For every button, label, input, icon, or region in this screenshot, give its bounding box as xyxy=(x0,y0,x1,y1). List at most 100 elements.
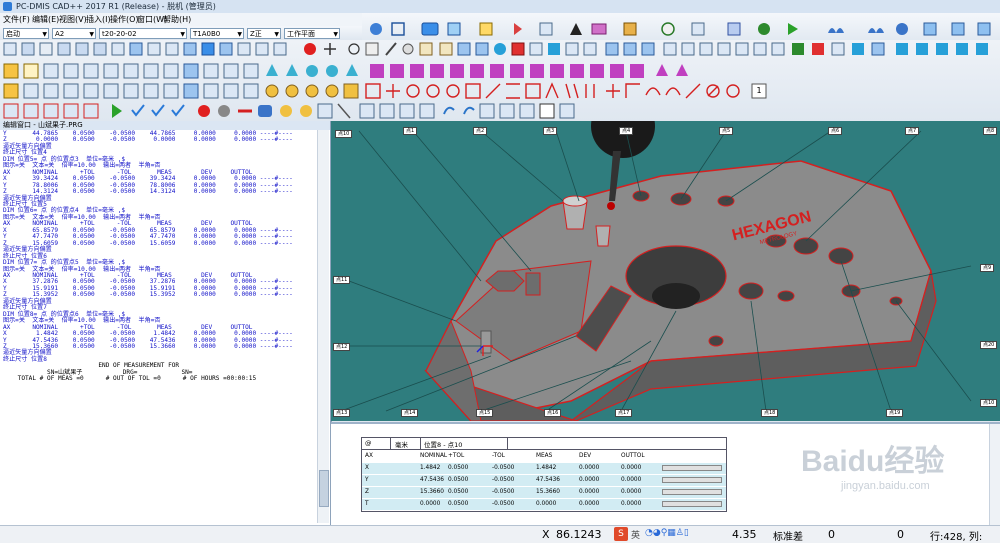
cell: 1.4842 xyxy=(536,465,557,471)
std-dev-value: 0 xyxy=(828,528,835,541)
cell: -0.0500 xyxy=(492,489,515,495)
label-point[interactable]: 点1 xyxy=(403,127,418,135)
z-coordinate: 4.35 xyxy=(732,528,757,541)
label-point[interactable]: 点16 xyxy=(544,409,562,417)
cell: 0.0000 xyxy=(621,501,642,507)
cad-model[interactable]: HEXAGON METROLOGY xyxy=(331,121,1000,421)
cell: 0.0000 xyxy=(579,477,600,483)
label-point[interactable]: 点14 xyxy=(401,409,419,417)
settings-toolbar: 启动 ▼ A2 ▼ t20-20-02 ▼ T1A0B0 ▼ Z正 ▼ 工作平面 ▼ xyxy=(0,26,362,41)
label-point[interactable]: 点6 xyxy=(828,127,843,135)
label-point[interactable]: 点12 xyxy=(333,343,351,351)
edit-window[interactable]: 编辑窗口 - 山斌果子.PRG Y 44.7865 0.0500 -0.0500… xyxy=(0,121,332,525)
column-header: NOMINAL xyxy=(420,453,448,459)
label-point[interactable]: 点9 xyxy=(980,264,995,272)
app-icon xyxy=(3,2,12,11)
cell: 0.0500 xyxy=(448,477,469,483)
menu-view[interactable]: 视图(V) xyxy=(59,14,87,25)
title-bar: PC-DMIS CAD++ 2017 R1 (Release) - 脱机 (管理… xyxy=(0,0,1000,14)
feature-toolbar-icons[interactable] xyxy=(0,40,1000,121)
line-column-info: 行:428, 列: xyxy=(930,532,983,543)
label-point[interactable]: 点11 xyxy=(333,276,351,284)
std-dev-label: 标准差 xyxy=(773,532,803,543)
cell: -0.0500 xyxy=(492,501,515,507)
label-point[interactable]: 点2 xyxy=(473,127,488,135)
cell: 0.0500 xyxy=(448,501,469,507)
probe-select[interactable]: A2 ▼ xyxy=(52,28,96,39)
number-box[interactable]: 1 xyxy=(752,84,766,98)
program-listing[interactable]: Y 44.7865 0.0500 -0.0500 44.7865 0.0000 … xyxy=(3,130,315,383)
tolerance-gauge xyxy=(662,465,722,471)
column-header: MEAS xyxy=(536,453,553,459)
cell: 15.3660 xyxy=(420,489,444,495)
edit-scrollbar[interactable] xyxy=(317,130,329,523)
label-point[interactable]: 点17 xyxy=(615,409,633,417)
cell: 0.0000 xyxy=(579,465,600,471)
status-count: 0 xyxy=(897,528,904,541)
menu-help[interactable]: 帮助(H) xyxy=(163,14,191,25)
dimension-table-header: @ 毫米 位置8 - 点10 xyxy=(362,438,726,450)
angle-select[interactable]: T1A0B0 ▼ xyxy=(190,28,244,39)
plane-axis-select[interactable]: Z正 ▼ xyxy=(247,28,281,39)
ime-tray-icons[interactable]: ◔◕⚲▦♙▯ xyxy=(645,528,689,538)
table-row: X 1.4842 0.0500 -0.0500 1.4842 0.0000 0.… xyxy=(362,463,726,474)
cell: 1.4842 xyxy=(420,465,441,471)
column-header: DEV xyxy=(579,453,592,459)
menu-edit[interactable]: 编辑(E) xyxy=(32,14,59,25)
cell: 47.5436 xyxy=(536,477,560,483)
view-toolbar-icons xyxy=(370,22,991,36)
ime-language[interactable]: 英 xyxy=(631,528,640,541)
header-cell: 位置8 - 点10 xyxy=(424,441,463,449)
cell: 15.3660 xyxy=(536,489,560,495)
column-header-row: AX NOMINAL +TOL -TOL MEAS DEV OUTTOL xyxy=(362,451,726,462)
label-point[interactable]: 点10 xyxy=(980,399,998,407)
label-point[interactable]: 点8 xyxy=(983,127,998,135)
label-point[interactable]: 点5 xyxy=(719,127,734,135)
program-line[interactable]: TOTAL # OF MEAS =0 # OUT OF TOL =0 # OF … xyxy=(3,375,315,382)
menu-insert[interactable]: 插入(I) xyxy=(86,14,111,25)
label-point[interactable]: 点4 xyxy=(619,127,634,135)
watermark-logo: Baidu经验 xyxy=(801,445,945,478)
column-header: AX xyxy=(365,453,373,459)
table-row: Y 47.5436 0.0500 -0.0500 47.5436 0.0000 … xyxy=(362,475,726,486)
menu-file[interactable]: 文件(F) xyxy=(3,14,30,25)
label-point[interactable]: 点19 xyxy=(886,409,904,417)
tolerance-gauge xyxy=(662,501,722,507)
table-row: T 0.0000 0.0500 -0.0500 0.0000 0.0000 0.… xyxy=(362,499,726,510)
header-cell: 毫米 xyxy=(395,441,408,449)
label-point[interactable]: 点15 xyxy=(476,409,494,417)
label-point[interactable]: 点18 xyxy=(761,409,779,417)
cell: 0.0000 xyxy=(579,489,600,495)
cell: 0.0000 xyxy=(621,465,642,471)
cell: 0.0000 xyxy=(621,477,642,483)
column-header: -TOL xyxy=(492,453,505,459)
workplane-select[interactable]: 工作平面 ▼ xyxy=(284,28,340,39)
label-point[interactable]: 点13 xyxy=(333,409,351,417)
feature-toolbars: 1 xyxy=(0,40,1000,122)
label-point[interactable]: 点3 xyxy=(543,127,558,135)
cell: Z xyxy=(365,489,369,495)
label-point[interactable]: 点20 xyxy=(980,341,998,349)
cell: 0.0500 xyxy=(448,465,469,471)
menu-operation[interactable]: 操作(O) xyxy=(110,14,139,25)
tolerance-gauge xyxy=(662,477,722,483)
dimension-report-panel: @ 毫米 位置8 - 点10 AX NOMINAL +TOL -TOL MEAS… xyxy=(331,422,1000,527)
column-header: OUTTOL xyxy=(621,453,645,459)
cell: 0.0000 xyxy=(420,501,441,507)
x-coordinate: 86.1243 xyxy=(556,528,602,541)
status-bar: X 86.1243 S 英 ◔◕⚲▦♙▯ 4.35 标准差 0 0 行:428,… xyxy=(0,525,1000,543)
cell: 47.5436 xyxy=(420,477,444,483)
report-scrollbar[interactable] xyxy=(989,424,1000,527)
dimension-table: @ 毫米 位置8 - 点10 AX NOMINAL +TOL -TOL MEAS… xyxy=(361,437,727,512)
cell: Y xyxy=(365,477,369,483)
mode-select[interactable]: 启动 ▼ xyxy=(3,28,49,39)
ime-logo-icon[interactable]: S xyxy=(614,527,628,541)
scroll-thumb[interactable] xyxy=(319,470,329,507)
cell: X xyxy=(365,465,369,471)
graphics-view[interactable]: HEXAGON METROLOGY 点10 点1 点2 点3 点4 点5 点6 … xyxy=(331,121,1000,421)
label-point[interactable]: 点7 xyxy=(905,127,920,135)
edit-window-title: 编辑窗口 - 山斌果子.PRG xyxy=(0,121,330,130)
tip-select[interactable]: t20-20-02 ▼ xyxy=(99,28,187,39)
menu-bar: 文件(F) 编辑(E) 视图(V) 插入(I) 操作(O) 窗口(W) 帮助(H… xyxy=(0,13,362,26)
label-point[interactable]: 点10 xyxy=(335,130,353,138)
